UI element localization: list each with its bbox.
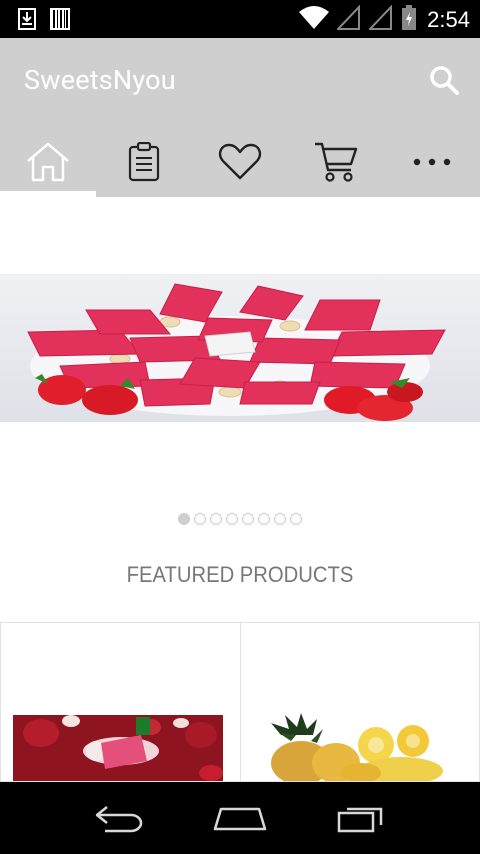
system-navigation-bar [0,782,480,854]
heart-icon [218,143,262,179]
clock: 2:54 [427,7,470,32]
home-button[interactable] [210,798,270,838]
back-icon [95,806,143,833]
tab-orders[interactable] [96,126,192,197]
battery-icon [401,5,417,35]
status-bar: 2:54 [0,0,480,38]
app-bar: SweetsNyou [0,38,480,197]
product-card[interactable] [0,622,241,782]
search-button[interactable] [426,62,462,98]
carousel-page-indicator [0,513,480,525]
product-card[interactable] [240,622,480,782]
clipboard-icon [128,141,160,181]
tab-wishlist[interactable] [192,126,288,197]
carousel-dot[interactable] [210,513,222,525]
cart-icon [315,142,358,182]
tab-bar [0,126,480,197]
barcode-notification-icon [50,8,70,34]
tab-cart[interactable] [288,126,384,197]
tab-home[interactable] [0,126,96,197]
download-notification-icon [18,8,36,34]
tab-selected-indicator [0,191,96,197]
carousel-dot[interactable] [258,513,270,525]
carousel-dot[interactable] [290,513,302,525]
app-title: SweetsNyou [24,64,176,96]
carousel-dot[interactable] [178,513,190,525]
search-icon [430,66,459,95]
carousel-dot[interactable] [242,513,254,525]
back-button[interactable] [90,798,150,838]
featured-products-heading: FEATURED PRODUCTS [126,562,354,587]
product-image [13,715,223,781]
wifi-icon [299,5,330,35]
signal-icon [367,4,393,35]
carousel-banner-image[interactable] [0,274,480,422]
carousel-dot[interactable] [226,513,238,525]
more-horizontal-icon [413,158,451,165]
product-grid [0,622,480,782]
recents-button[interactable] [331,798,391,838]
tab-more[interactable] [384,126,480,197]
home-icon [27,142,69,181]
carousel-dot[interactable] [194,513,206,525]
product-image [271,713,443,781]
recents-icon [337,807,383,833]
home-nav-icon [213,807,267,831]
signal-icon [335,4,361,35]
carousel-dot[interactable] [274,513,286,525]
